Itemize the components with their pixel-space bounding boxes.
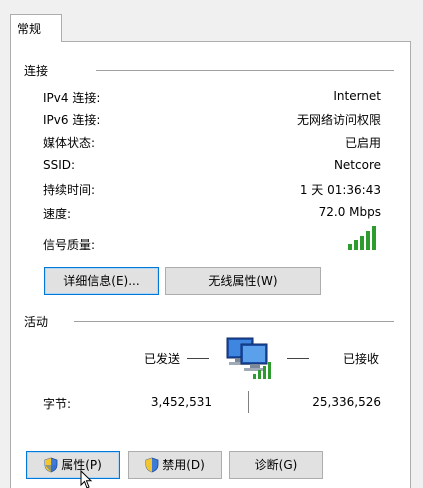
- speed-value: 72.0 Mbps: [318, 205, 381, 219]
- media-state-label: 媒体状态:: [43, 136, 96, 150]
- network-computers-icon: [226, 337, 271, 379]
- speed-label: 速度:: [43, 207, 72, 221]
- window-edge: [417, 0, 423, 488]
- ipv6-label: IPv6 连接:: [43, 113, 101, 127]
- diagnose-button-label: 诊断(G): [254, 458, 298, 472]
- bytes-label: 字节:: [43, 397, 72, 411]
- received-dash: [287, 358, 309, 359]
- diagnose-button[interactable]: 诊断(G): [229, 451, 323, 479]
- signal-quality-label: 信号质量:: [43, 238, 96, 252]
- activity-section-title: 活动: [24, 315, 49, 329]
- bytes-received-value: 25,336,526: [312, 395, 381, 409]
- connection-section-divider: [96, 70, 394, 71]
- bytes-sent-value: 3,452,531: [150, 395, 212, 409]
- mouse-cursor-icon: [80, 470, 93, 488]
- bytes-divider: [248, 391, 249, 413]
- sent-label: 已发送: [144, 352, 181, 366]
- disable-button[interactable]: 禁用(D): [128, 451, 222, 479]
- uac-shield-icon: [145, 457, 159, 473]
- tab-general-label: 常规: [17, 22, 42, 36]
- activity-section-divider: [74, 321, 394, 322]
- ipv4-value: Internet: [333, 89, 381, 103]
- details-button-label: 详细信息(E)...: [63, 274, 140, 288]
- disable-button-label: 禁用(D): [162, 458, 205, 472]
- duration-label: 持续时间:: [43, 183, 96, 197]
- ipv4-label: IPv4 连接:: [43, 91, 101, 105]
- wireless-properties-button[interactable]: 无线属性(W): [165, 267, 321, 295]
- uac-shield-icon: [44, 457, 58, 473]
- received-label: 已接收: [343, 352, 380, 366]
- sent-dash: [187, 358, 209, 359]
- tab-general[interactable]: 常规: [10, 14, 62, 42]
- media-state-value: 已启用: [344, 136, 381, 150]
- ssid-label: SSID:: [43, 158, 76, 172]
- wireless-properties-button-label: 无线属性(W): [208, 274, 278, 288]
- connection-section-title: 连接: [24, 64, 49, 78]
- general-panel: [10, 41, 411, 488]
- signal-strength-icon: [348, 226, 376, 250]
- ssid-value: Netcore: [333, 158, 381, 172]
- ipv6-value: 无网络访问权限: [296, 113, 381, 127]
- details-button[interactable]: 详细信息(E)...: [44, 267, 159, 295]
- duration-value: 1 天 01:36:43: [299, 183, 381, 197]
- properties-button[interactable]: 属性(P): [26, 451, 120, 479]
